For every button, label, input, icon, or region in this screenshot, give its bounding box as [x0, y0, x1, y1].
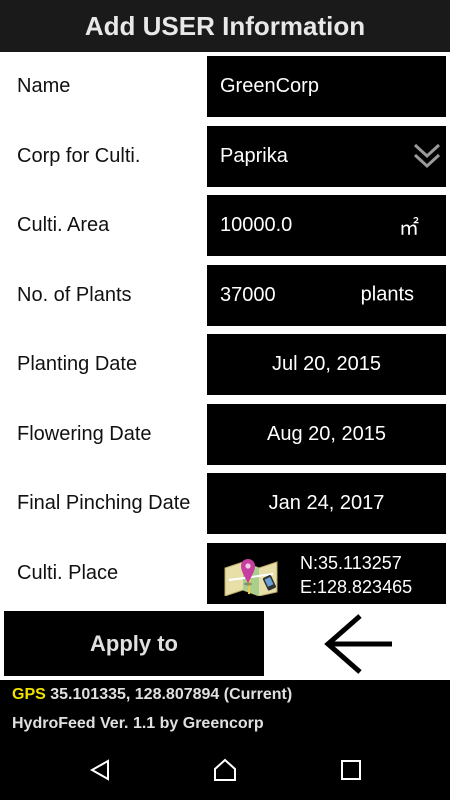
- name-label: Name: [17, 75, 71, 98]
- area-value: 10000.0: [220, 214, 293, 236]
- flowering-date-label: Flowering Date: [17, 422, 152, 445]
- final-pinching-date-row: Final Pinching Date Jan 24, 2017: [0, 469, 450, 539]
- status-bar: GPS 35.101335, 128.807894 (Current) Hydr…: [0, 680, 450, 740]
- place-latitude: N:35.113257: [300, 552, 402, 573]
- crop-row: Corp for Culti. Paprika: [0, 122, 450, 192]
- planting-date-label: Planting Date: [17, 353, 138, 376]
- plants-row: No. of Plants 37000 plants: [0, 261, 450, 331]
- apply-button[interactable]: Apply to: [4, 611, 264, 676]
- area-field[interactable]: 10000.0 ㎡: [207, 195, 446, 256]
- plants-label: No. of Plants: [17, 283, 132, 306]
- nav-back-icon[interactable]: [88, 758, 112, 782]
- gps-value: 35.101335, 128.807894 (Current): [50, 686, 293, 703]
- flowering-date-picker[interactable]: Aug 20, 2015: [207, 403, 446, 465]
- plants-value: 37000: [220, 283, 276, 306]
- place-coordinates: N:35.113257 E:128.823465: [300, 551, 412, 599]
- page-title: Add USER Information: [0, 0, 450, 52]
- place-label: Culti. Place: [17, 561, 119, 584]
- final-pinching-date-value: Jan 24, 2017: [268, 492, 385, 514]
- area-row: Culti. Area 10000.0 ㎡: [0, 191, 450, 261]
- back-arrow-icon[interactable]: [322, 612, 396, 676]
- crop-value: Paprika: [220, 144, 288, 167]
- place-longitude: E:128.823465: [300, 576, 413, 597]
- plants-unit: plants: [360, 283, 414, 306]
- planting-date-value: Jul 20, 2015: [272, 353, 381, 375]
- version-text: HydroFeed Ver. 1.1 by Greencorp: [12, 715, 264, 732]
- planting-date-picker[interactable]: Jul 20, 2015: [207, 334, 446, 395]
- crop-label: Corp for Culti.: [17, 144, 141, 167]
- name-row: Name GreenCorp: [0, 52, 450, 122]
- gps-tag: GPS: [12, 686, 46, 703]
- final-pinching-date-picker[interactable]: Jan 24, 2017: [207, 473, 446, 534]
- user-info-form: Name GreenCorp Corp for Culti. Paprika C…: [0, 52, 450, 608]
- gps-readout: GPS 35.101335, 128.807894 (Current): [12, 686, 292, 704]
- page-title-text: Add USER Information: [84, 10, 366, 41]
- area-unit: ㎡: [399, 217, 419, 239]
- place-field[interactable]: N:35.113257 E:128.823465: [207, 542, 446, 604]
- plants-field[interactable]: 37000 plants: [207, 264, 446, 326]
- map-pin-icon[interactable]: [221, 550, 281, 596]
- place-row: Culti. Place N:35.113257 E:128.823465: [0, 539, 450, 609]
- area-label: Culti. Area: [17, 214, 110, 237]
- name-value: GreenCorp: [220, 75, 319, 97]
- nav-recents-icon[interactable]: [339, 758, 363, 782]
- final-pinching-date-label: Final Pinching Date: [17, 492, 191, 515]
- chevron-double-down-icon[interactable]: [412, 141, 442, 171]
- flowering-date-row: Flowering Date Aug 20, 2015: [0, 400, 450, 470]
- crop-select[interactable]: Paprika: [207, 125, 446, 187]
- nav-home-icon[interactable]: [213, 758, 237, 782]
- planting-date-row: Planting Date Jul 20, 2015: [0, 330, 450, 400]
- flowering-date-value: Aug 20, 2015: [267, 422, 386, 445]
- name-field[interactable]: GreenCorp: [207, 56, 446, 117]
- system-navbar: [0, 740, 450, 800]
